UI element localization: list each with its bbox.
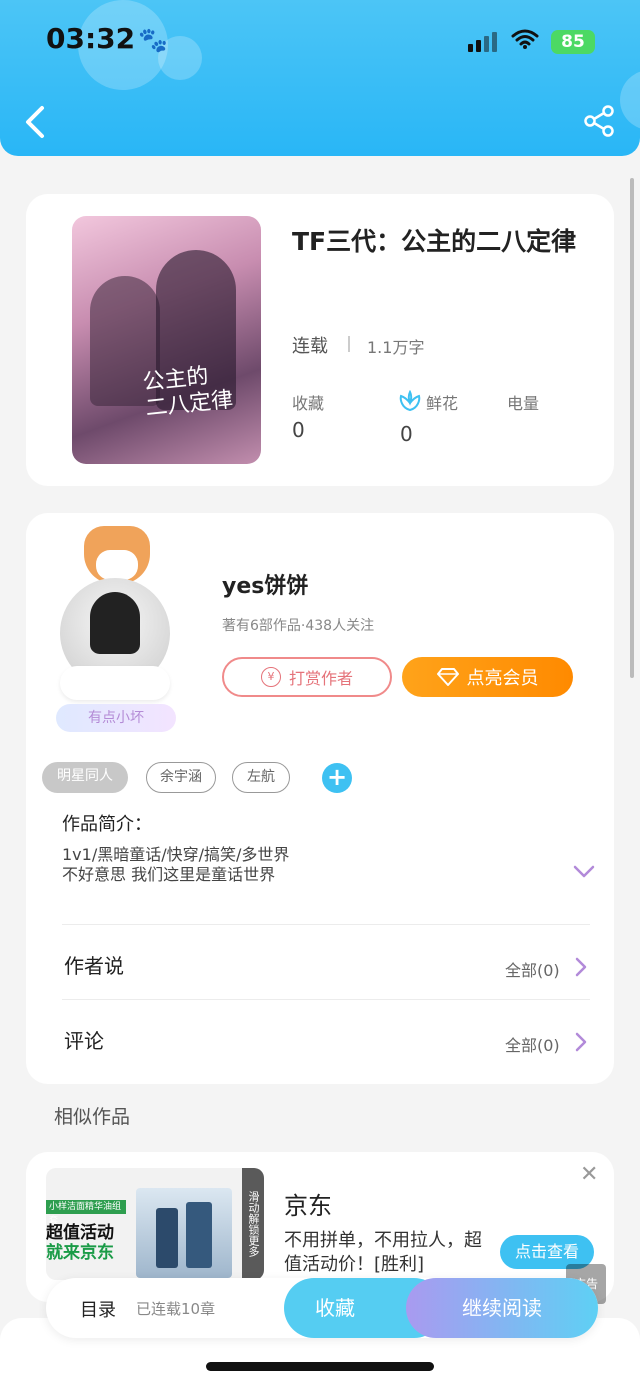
tip-author-button[interactable]: ¥ 打赏作者 bbox=[222, 657, 392, 697]
intro-text: 1v1/黑暗童话/快穿/搞笑/多世界 不好意思 我们这里是童话世界 bbox=[62, 845, 290, 884]
author-badge: 有点小坏 bbox=[56, 704, 176, 732]
scrollbar[interactable] bbox=[630, 178, 634, 678]
author-says-count[interactable]: 全部(0) bbox=[505, 957, 560, 981]
tag-item[interactable]: 左航 bbox=[232, 762, 290, 793]
vip-label: 点亮会员 bbox=[466, 668, 539, 689]
continue-reading-button[interactable]: 继续阅读 bbox=[406, 1278, 598, 1338]
stat-favorites-label: 收藏 bbox=[292, 394, 325, 413]
ad-title[interactable]: 京东 bbox=[284, 1186, 332, 1221]
author-meta: 著有6部作品·438人关注 bbox=[222, 618, 375, 634]
tip-author-label: 打赏作者 bbox=[288, 669, 353, 688]
author-says-title[interactable]: 作者说 bbox=[64, 950, 124, 979]
diamond-icon bbox=[436, 668, 459, 686]
battery-icon: 85 bbox=[551, 30, 595, 54]
cover-title-text: 公主的 二八定律 bbox=[141, 363, 235, 422]
yen-icon: ¥ bbox=[260, 667, 281, 687]
ad-image[interactable]: 小样洁面精华油组套 超值活动 就来京东 滑动解锁更多 bbox=[46, 1168, 264, 1280]
divider bbox=[62, 924, 590, 925]
divider bbox=[348, 336, 350, 352]
stat-power-label[interactable]: 电量 bbox=[507, 390, 539, 414]
similar-works-title: 相似作品 bbox=[54, 1106, 131, 1128]
wifi-icon bbox=[511, 29, 539, 49]
share-icon[interactable] bbox=[582, 104, 616, 138]
divider bbox=[62, 999, 590, 1000]
tag-item[interactable]: 余宇涵 bbox=[146, 762, 216, 793]
home-indicator[interactable] bbox=[206, 1362, 434, 1371]
back-icon[interactable] bbox=[22, 104, 48, 140]
chevron-right-icon[interactable] bbox=[574, 956, 588, 978]
add-tag-button[interactable]: + bbox=[322, 763, 352, 793]
comments-count[interactable]: 全部(0) bbox=[505, 1032, 560, 1056]
flower-icon bbox=[399, 390, 421, 412]
author-avatar[interactable]: 有点小坏 bbox=[46, 526, 196, 736]
word-count: 1.1万字 bbox=[367, 338, 425, 357]
ad-description: 不用拼单，不用拉人，超值活动价！[胜利] bbox=[284, 1230, 482, 1275]
close-icon[interactable]: ✕ bbox=[580, 1162, 598, 1187]
book-status: 连载 bbox=[292, 336, 328, 357]
author-name[interactable]: yes饼饼 bbox=[222, 568, 308, 600]
toc-button[interactable]: 目录 bbox=[80, 1296, 116, 1322]
chapter-count: 已连载10章 bbox=[136, 1300, 216, 1318]
intro-title: 作品简介： bbox=[62, 814, 152, 835]
book-title: TF三代：公主的二八定律 bbox=[292, 227, 577, 256]
book-cover[interactable]: 公主的 二八定律 bbox=[72, 216, 261, 464]
tag-item[interactable]: 明星同人 bbox=[42, 762, 128, 793]
chevron-right-icon[interactable] bbox=[574, 1031, 588, 1053]
comments-title[interactable]: 评论 bbox=[64, 1025, 104, 1054]
stat-flowers-value: 0 bbox=[400, 422, 413, 446]
stat-favorites-value: 0 bbox=[292, 418, 305, 442]
paw-icon: 🐾 bbox=[138, 26, 168, 54]
status-time: 03:32 bbox=[46, 22, 136, 55]
stat-flowers-label[interactable]: 鲜花 bbox=[426, 390, 458, 414]
chevron-down-icon[interactable] bbox=[572, 864, 596, 880]
vip-button[interactable]: 点亮会员 bbox=[402, 657, 573, 697]
signal-icon bbox=[468, 32, 497, 52]
